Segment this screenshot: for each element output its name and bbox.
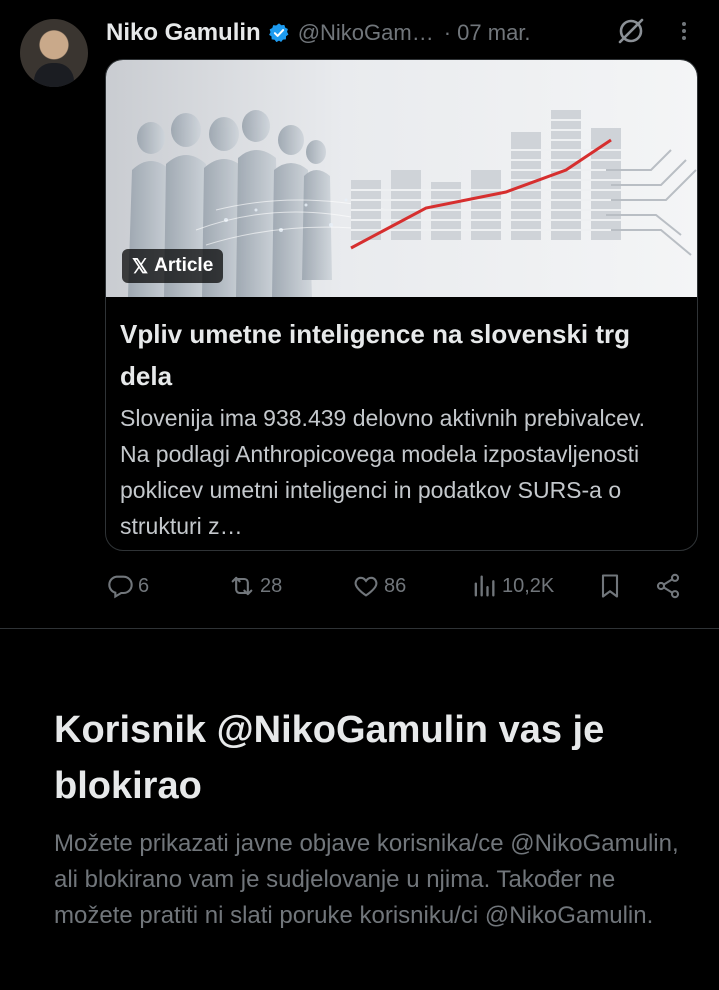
avatar[interactable] (20, 19, 88, 87)
tweet-actions: 6 28 86 10,2K (106, 566, 696, 606)
views-count: 10,2K (502, 574, 555, 597)
views-button[interactable]: 10,2K (470, 566, 554, 606)
verified-badge-icon (268, 23, 289, 43)
bookmark-button[interactable] (596, 566, 624, 606)
article-badge-label: Article (154, 255, 214, 276)
author-name[interactable]: Niko Gamulin (106, 19, 261, 47)
bookmark-icon (601, 574, 619, 598)
blocked-title: Korisnik @NikoGamulin vas je blokirao (54, 709, 605, 807)
grok-icon[interactable] (616, 16, 646, 46)
blocked-message: Možete prikazati javne objave korisnika/… (54, 830, 679, 929)
repost-icon (231, 576, 253, 596)
article-hero-image: 𝕏 Article (106, 60, 697, 297)
reply-button[interactable]: 6 (106, 566, 149, 606)
x-logo-icon: 𝕏 (132, 255, 149, 278)
tweet-date[interactable]: · 07 mar. (444, 20, 531, 46)
repost-button[interactable]: 28 (228, 566, 282, 606)
reply-count: 6 (138, 574, 150, 597)
heart-icon (354, 576, 378, 597)
views-chart-icon (474, 575, 495, 597)
author-handle[interactable]: @NikoGam… (298, 20, 434, 46)
like-button[interactable]: 86 (352, 566, 406, 606)
article-card[interactable]: 𝕏 Article Vpliv umetne inteligence na sl… (105, 59, 698, 551)
share-button[interactable] (654, 566, 682, 606)
article-description: Slovenija ima 938.439 delovno aktivnih p… (120, 405, 646, 539)
divider (0, 628, 719, 629)
reply-icon (108, 575, 133, 599)
tweet[interactable]: Niko Gamulin @NikoGam… · 07 mar. 𝕏 Artic… (0, 0, 719, 628)
share-icon (656, 573, 680, 599)
article-badge: 𝕏 Article (122, 249, 224, 283)
repost-count: 28 (260, 574, 283, 597)
like-count: 86 (384, 574, 407, 597)
article-title[interactable]: Vpliv umetne inteligence na slovenski tr… (120, 313, 680, 397)
more-options-icon[interactable] (672, 16, 696, 46)
